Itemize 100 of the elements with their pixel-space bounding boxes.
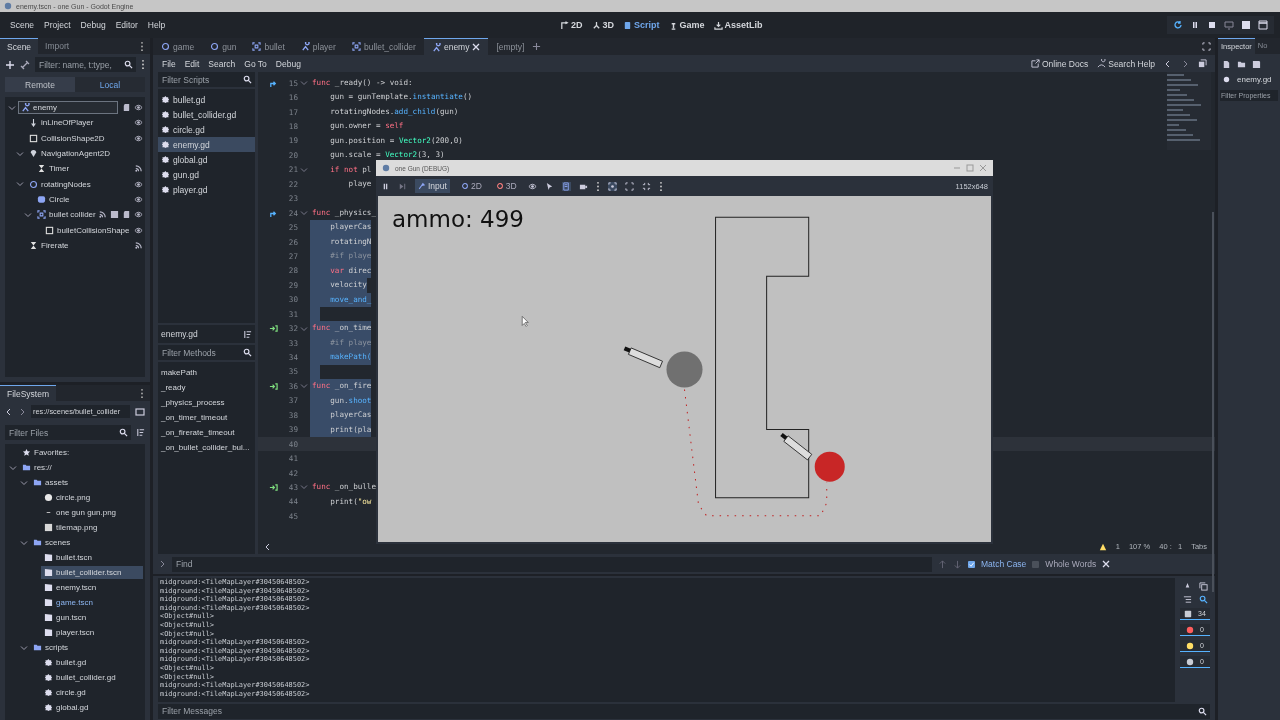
search-icon[interactable] xyxy=(1198,595,1208,604)
scene-node[interactable]: inLineOfPlayer xyxy=(26,116,97,130)
method-item[interactable]: makePath xyxy=(158,365,255,380)
method-item[interactable]: _physics_process xyxy=(158,395,255,410)
filter-field[interactable]: Filter: name, t:type, xyxy=(35,57,136,72)
resource-label[interactable]: enemy.gd xyxy=(1237,75,1272,84)
eye-icon[interactable] xyxy=(134,133,143,143)
list-icon[interactable] xyxy=(561,181,571,191)
search-icon[interactable] xyxy=(243,75,252,84)
resource-entry[interactable]: circle.png xyxy=(41,491,94,504)
eye-icon[interactable] xyxy=(134,194,143,204)
folder-icon[interactable] xyxy=(1237,60,1246,69)
chevron-icon[interactable] xyxy=(20,478,28,487)
sort-icon[interactable] xyxy=(136,428,145,437)
checkbox[interactable] xyxy=(968,560,975,568)
scene-node[interactable]: bullet collider xyxy=(34,208,94,222)
signal-connection-icon[interactable] xyxy=(269,381,278,391)
scene-node[interactable]: CollisionShape2D xyxy=(26,131,108,145)
resource-entry[interactable]: player.tscn xyxy=(41,626,98,639)
method-item[interactable]: _on_bullet_collider_bul... xyxy=(158,440,255,455)
link-icon[interactable] xyxy=(20,59,30,70)
signal-connection-icon[interactable] xyxy=(269,324,278,334)
workspace-tab[interactable]: AssetLib xyxy=(713,20,763,30)
method-item[interactable]: _on_timer_timeout xyxy=(158,410,255,425)
reload-icon[interactable] xyxy=(1173,20,1183,30)
resource-entry[interactable]: global.gd xyxy=(41,701,92,714)
back-icon[interactable] xyxy=(5,407,13,416)
scene-node[interactable]: Circle xyxy=(34,192,73,206)
method-item[interactable]: _ready xyxy=(158,380,255,395)
filter-field[interactable]: Filter Scripts xyxy=(158,72,255,87)
expand-icon[interactable] xyxy=(624,181,634,191)
search-icon[interactable] xyxy=(1198,706,1207,716)
folder-entry[interactable]: scripts xyxy=(30,641,72,654)
mode-toggle[interactable]: Remote xyxy=(5,77,75,92)
script-item[interactable]: player.gd xyxy=(158,182,255,197)
chevron-icon[interactable] xyxy=(16,149,24,158)
folder-entry[interactable]: scenes xyxy=(30,536,74,549)
menu-item[interactable]: Search xyxy=(208,58,236,69)
menu-item[interactable]: Editor xyxy=(115,20,138,30)
document-tab[interactable]: bullet xyxy=(244,38,293,55)
copy-icon[interactable] xyxy=(1198,582,1208,591)
chevron-icon[interactable] xyxy=(24,210,32,219)
more-icon[interactable] xyxy=(595,180,600,192)
chevron-icon[interactable] xyxy=(8,103,16,112)
resource-entry[interactable]: bullet.tscn xyxy=(41,551,96,564)
save-icon[interactable] xyxy=(1252,60,1261,69)
scene-node[interactable]: rotatingNodes xyxy=(26,177,94,191)
add-icon[interactable] xyxy=(532,42,542,51)
chevron-icon[interactable] xyxy=(16,180,24,189)
eye-icon[interactable] xyxy=(527,181,537,191)
dock-tab[interactable]: Import xyxy=(38,38,77,54)
game-mode-button[interactable]: 3D xyxy=(492,179,520,193)
folder-entry[interactable]: assets xyxy=(30,476,72,489)
script-item[interactable]: gun.gd xyxy=(158,167,255,182)
resource-entry[interactable]: bullet_collider.gd xyxy=(41,671,119,684)
scene-node[interactable]: Firerate xyxy=(26,238,72,252)
window-icon[interactable] xyxy=(135,406,145,417)
workspace-tab[interactable]: Game xyxy=(668,20,705,30)
game-mode-button[interactable]: Input xyxy=(415,179,450,193)
warning-icon[interactable] xyxy=(1098,542,1107,551)
mode-toggle[interactable]: Local xyxy=(75,77,145,92)
panel-icon[interactable] xyxy=(1198,59,1207,68)
script-item[interactable]: global.gd xyxy=(158,152,255,167)
menu-item[interactable]: File xyxy=(162,58,176,69)
menu-item[interactable]: Project xyxy=(44,20,71,30)
list-icon[interactable] xyxy=(1182,595,1192,604)
search-icon[interactable] xyxy=(124,60,133,69)
eye-icon[interactable] xyxy=(134,118,143,128)
scene-node[interactable]: NavigationAgent2D xyxy=(26,147,113,161)
resource-entry[interactable]: enemy.tscn xyxy=(41,581,100,594)
document-tab[interactable]: gun xyxy=(202,38,245,55)
favorites-entry[interactable]: Favorites: xyxy=(19,446,73,459)
script-item[interactable]: bullet_collider.gd xyxy=(158,107,255,122)
chevron-icon[interactable] xyxy=(20,643,28,652)
signal-icon[interactable] xyxy=(134,164,143,174)
menu-item[interactable]: Help xyxy=(147,20,166,30)
filter-field[interactable]: Filter Methods xyxy=(158,345,255,360)
find-field[interactable]: Find xyxy=(172,556,932,572)
filter-field[interactable]: Filter Messages xyxy=(158,703,1210,719)
monitor-icon[interactable] xyxy=(1224,20,1234,30)
resource-entry[interactable]: circle.gd xyxy=(41,686,89,699)
script-icon[interactable] xyxy=(122,210,131,220)
sort-icon[interactable] xyxy=(243,329,252,339)
resource-entry[interactable]: bullet_collider.tscn xyxy=(41,566,143,579)
dock-tab[interactable]: Scene xyxy=(0,38,39,55)
folder-entry[interactable]: res:// xyxy=(19,461,55,474)
signal-icon[interactable] xyxy=(134,240,143,250)
document-tab[interactable]: player xyxy=(292,38,344,55)
script-item[interactable]: bullet.gd xyxy=(158,92,255,107)
resource-entry[interactable]: bullet.gd xyxy=(41,656,90,669)
forward-icon[interactable] xyxy=(1181,59,1189,68)
resource-entry[interactable]: tilemap.png xyxy=(41,521,101,534)
forward-icon[interactable] xyxy=(18,407,26,416)
scrollbar[interactable] xyxy=(1212,212,1214,592)
eye-icon[interactable] xyxy=(134,210,143,220)
eye-icon[interactable] xyxy=(134,225,143,235)
resource-entry[interactable]: gun.tscn xyxy=(41,611,90,624)
chevron-icon[interactable] xyxy=(20,538,28,547)
checkbox-label[interactable]: Whole Words xyxy=(1045,559,1097,569)
document-tab[interactable]: bullet_collider xyxy=(343,38,424,55)
